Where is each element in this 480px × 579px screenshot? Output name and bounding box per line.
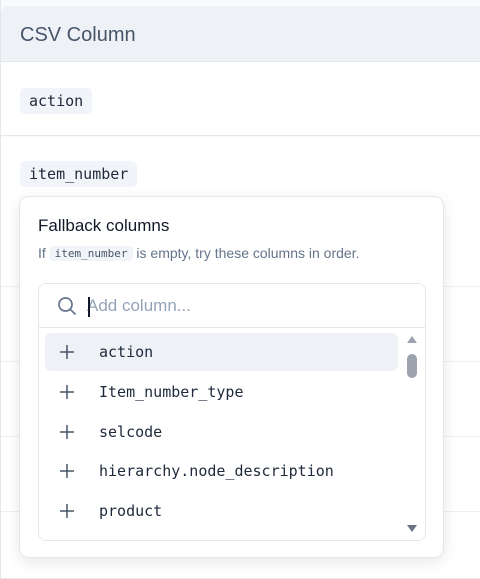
plus-icon [60,464,74,478]
scroll-up-arrow-icon[interactable] [407,336,417,343]
panel-title: CSV Column [20,24,136,46]
option-label: selcode [99,423,163,441]
column-chip[interactable]: action [20,88,93,114]
option-label: hierarchy.node_description [99,462,334,480]
search-icon [58,297,76,315]
panel-header: CSV Column [1,6,480,62]
options-scrollbar[interactable] [405,334,419,536]
add-column-input[interactable] [87,292,407,320]
plus-icon [60,345,74,359]
popover-description: If item_number is empty, try these colum… [38,245,359,261]
option-label: Item_number_type [99,383,244,401]
text-caret [88,297,90,317]
description-suffix: is empty, try these columns in order. [136,245,360,261]
plus-icon [60,504,74,518]
plus-icon [60,425,74,439]
table-row[interactable]: action [1,62,480,136]
column-option-product[interactable]: product [45,492,398,530]
description-prefix: If [38,245,46,261]
scroll-thumb[interactable] [407,354,417,378]
search-row [39,284,425,328]
scroll-down-arrow-icon[interactable] [407,525,417,532]
column-picker: action Item_number_type selcode [38,283,426,541]
column-option-hierarchy-node-description[interactable]: hierarchy.node_description [45,452,398,490]
fallback-columns-popover: Fallback columns If item_number is empty… [19,196,444,558]
column-option-item-number-type[interactable]: Item_number_type [45,373,398,411]
column-options-list: action Item_number_type selcode hierarch… [45,333,405,533]
plus-icon [60,385,74,399]
option-label: action [99,343,154,361]
column-option-selcode[interactable]: selcode [45,413,398,451]
column-chip[interactable]: item_number [20,161,138,187]
popover-title: Fallback columns [38,216,170,235]
option-label: product [99,502,163,520]
column-option-action[interactable]: action [45,333,398,371]
description-code: item_number [49,246,133,261]
